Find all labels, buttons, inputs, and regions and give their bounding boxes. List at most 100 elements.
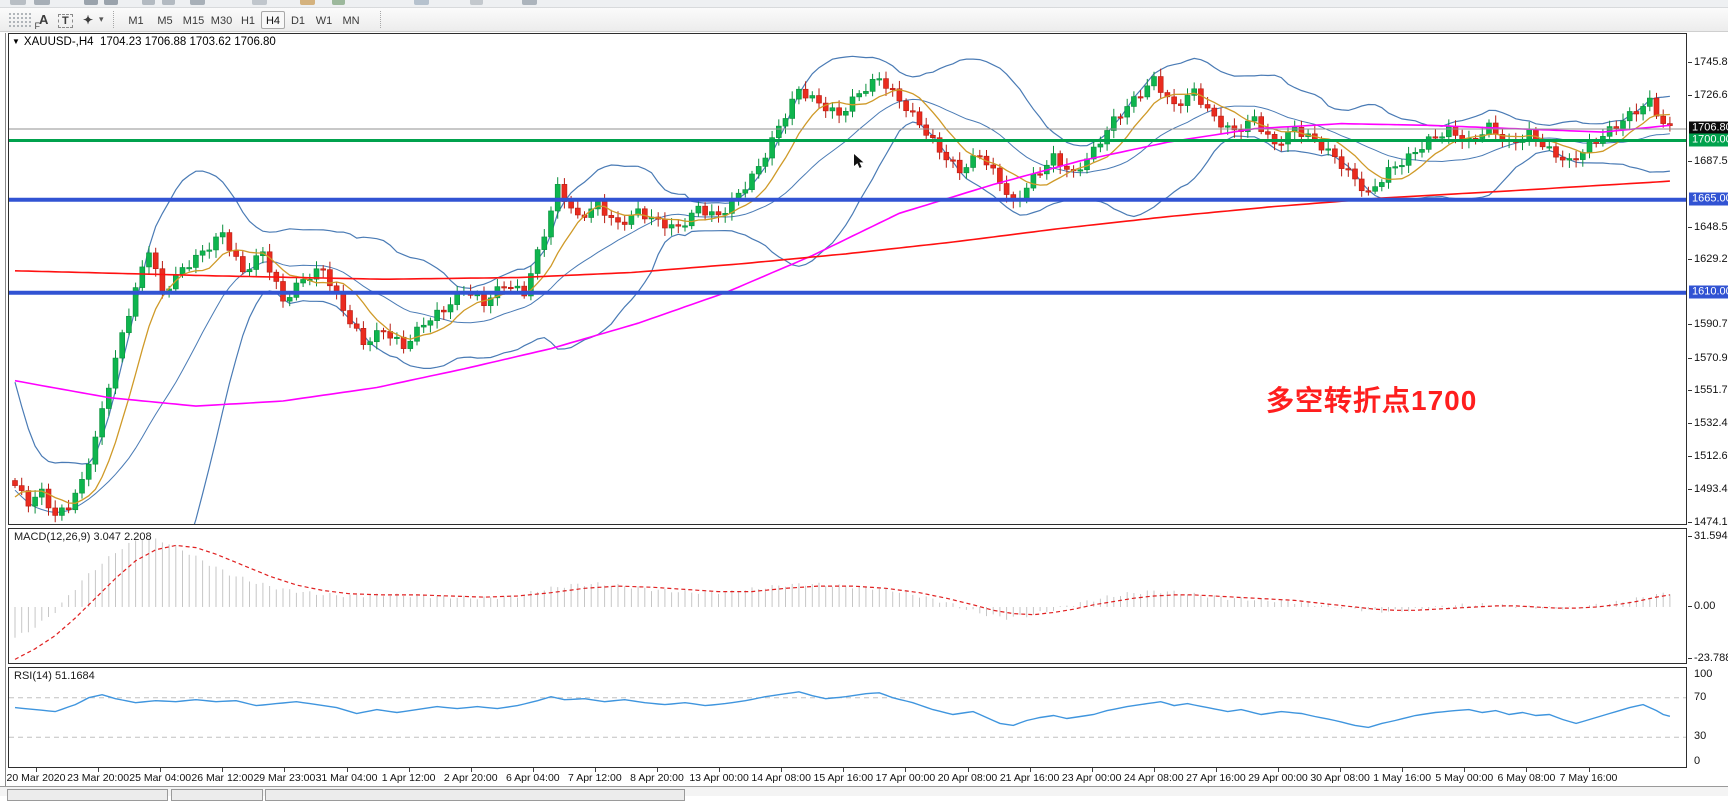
macd-label: MACD(12,26,9) 3.047 2.208: [14, 531, 152, 543]
time-axis-label: 2 Apr 20:00: [444, 772, 498, 784]
collapse-arrow-icon[interactable]: ▼: [12, 37, 20, 46]
time-axis-label: 20 Apr 08:00: [938, 772, 998, 784]
toolbar: F A T ✦ ▾ M1M5M15M30H1H4D1W1MN: [0, 8, 1728, 32]
mouse-cursor-icon: [854, 154, 863, 168]
time-axis-label: 6 May 08:00: [1497, 772, 1555, 784]
time-axis-label: 31 Mar 04:00: [316, 772, 378, 784]
time-axis-label: 6 Apr 04:00: [506, 772, 560, 784]
timeframe-button-W1[interactable]: W1: [311, 11, 337, 29]
time-axis-label: 17 Apr 00:00: [876, 772, 936, 784]
macd-tick-mark: [1688, 606, 1692, 607]
chart-drag-handle-icon[interactable]: F: [7, 11, 33, 28]
time-axis-label: 23 Apr 00:00: [1062, 772, 1122, 784]
price-axis-label: 1570.95: [1694, 352, 1728, 364]
macd-axis-label: 31.594: [1694, 530, 1728, 542]
clipped-icon: [470, 0, 483, 5]
timeframe-button-M1[interactable]: M1: [122, 11, 150, 29]
clipped-icon: [300, 0, 315, 5]
symbol-label: XAUUSD-,H4: [24, 36, 94, 48]
bollinger-bands: [15, 56, 1670, 524]
rsi-axis-label: 70: [1694, 691, 1706, 703]
shapes-icon[interactable]: ✦: [80, 10, 96, 29]
timeframe-button-MN[interactable]: MN: [338, 11, 364, 29]
clipped-icon: [142, 0, 155, 5]
price-tick-mark: [1688, 95, 1692, 96]
rsi-axis-label: 100: [1694, 668, 1712, 680]
toolbar-separator: [113, 11, 114, 28]
price-tick-mark: [1688, 358, 1692, 359]
macd-indicator-panel[interactable]: [8, 528, 1687, 664]
clipped-icon: [34, 0, 50, 5]
time-axis-label: 15 Apr 16:00: [814, 772, 874, 784]
timeframe-button-M15[interactable]: M15: [180, 11, 207, 29]
price-axis-label: 1590.75: [1694, 318, 1728, 330]
rsi-label: RSI(14) 51.1684: [14, 670, 95, 682]
time-axis-label: 30 Apr 08:00: [1310, 772, 1370, 784]
time-axis-label: 24 Apr 08:00: [1124, 772, 1184, 784]
price-tick-mark: [1688, 62, 1692, 63]
time-axis-label: 1 May 16:00: [1373, 772, 1431, 784]
price-tick-mark: [1688, 522, 1692, 523]
time-axis-label: 7 May 16:00: [1560, 772, 1618, 784]
chart-title: ▼XAUUSD-,H4 1704.23 1706.88 1703.62 1706…: [12, 36, 276, 48]
price-tick-mark: [1688, 390, 1692, 391]
time-axis-label: 29 Apr 00:00: [1248, 772, 1308, 784]
time-axis-label: 21 Apr 16:00: [1000, 772, 1060, 784]
price-axis-label: 1687.55: [1694, 155, 1728, 167]
main-price-chart[interactable]: [8, 33, 1687, 525]
time-axis-label: 8 Apr 20:00: [630, 772, 684, 784]
price-axis-label: 1493.40: [1694, 483, 1728, 495]
price-axis-label: 1648.50: [1694, 221, 1728, 233]
bottom-tab[interactable]: [171, 789, 263, 801]
time-axis-label: 23 Mar 20:00: [67, 772, 129, 784]
macd-histogram: [15, 538, 1670, 638]
clipped-icon: [332, 0, 345, 5]
clipped-icon: [522, 0, 537, 5]
bottom-tab[interactable]: [7, 789, 168, 801]
price-badge-1700.00: 1700.00: [1689, 133, 1728, 146]
price-badge-1610.00: 1610.00: [1689, 285, 1728, 298]
rsi-axis-label: 0: [1694, 755, 1700, 767]
price-tick-mark: [1688, 161, 1692, 162]
time-axis-label: 26 Mar 12:00: [191, 772, 253, 784]
clipped-icon: [190, 0, 205, 5]
text-label-icon[interactable]: A: [36, 10, 51, 29]
clipped-icon: [104, 0, 118, 5]
candlestick-chart-canvas[interactable]: [9, 34, 1686, 524]
time-axis-label: 13 Apr 00:00: [689, 772, 749, 784]
time-axis-label: 29 Mar 23:00: [253, 772, 315, 784]
time-axis-label: 5 May 00:00: [1435, 772, 1493, 784]
price-axis-label: 1745.85: [1694, 56, 1728, 68]
time-axis-label: 20 Mar 2020: [7, 772, 66, 784]
chart-text-annotation[interactable]: 多空转折点1700: [1266, 379, 1477, 419]
timeframe-button-M30[interactable]: M30: [208, 11, 235, 29]
time-axis[interactable]: 20 Mar 202023 Mar 20:0025 Mar 04:0026 Ma…: [8, 769, 1687, 786]
time-axis-label: 25 Mar 04:00: [129, 772, 191, 784]
timeframe-button-H1[interactable]: H1: [236, 11, 260, 29]
timeframe-button-D1[interactable]: D1: [286, 11, 310, 29]
clipped-icon: [10, 0, 26, 5]
shapes-dropdown-caret-icon[interactable]: ▾: [96, 10, 107, 29]
macd-axis-label: 0.00: [1694, 600, 1715, 612]
clipped-icon: [84, 0, 98, 5]
timeframe-button-M5[interactable]: M5: [151, 11, 179, 29]
macd-chart-canvas[interactable]: [9, 529, 1686, 663]
rsi-chart-canvas[interactable]: [9, 668, 1686, 767]
price-axis-label: 1474.15: [1694, 516, 1728, 528]
price-tick-mark: [1688, 423, 1692, 424]
text-box-icon[interactable]: T: [55, 10, 76, 29]
price-axis-label: 1551.70: [1694, 384, 1728, 396]
price-tick-mark: [1688, 259, 1692, 260]
clipped-toolbar-row: [0, 0, 1728, 8]
bottom-tab[interactable]: [265, 789, 685, 801]
timeframe-button-H4[interactable]: H4: [261, 11, 285, 29]
rsi-indicator-panel[interactable]: [8, 667, 1687, 768]
time-axis-label: 14 Apr 08:00: [751, 772, 811, 784]
toolbar-separator: [380, 11, 381, 28]
rsi-axis-label: 30: [1694, 730, 1706, 742]
rsi-line: [15, 692, 1670, 728]
macd-tick-mark: [1688, 536, 1692, 537]
price-axis-label: 1629.25: [1694, 253, 1728, 265]
price-tick-mark: [1688, 489, 1692, 490]
price-badge-1665.00: 1665.00: [1689, 192, 1728, 205]
